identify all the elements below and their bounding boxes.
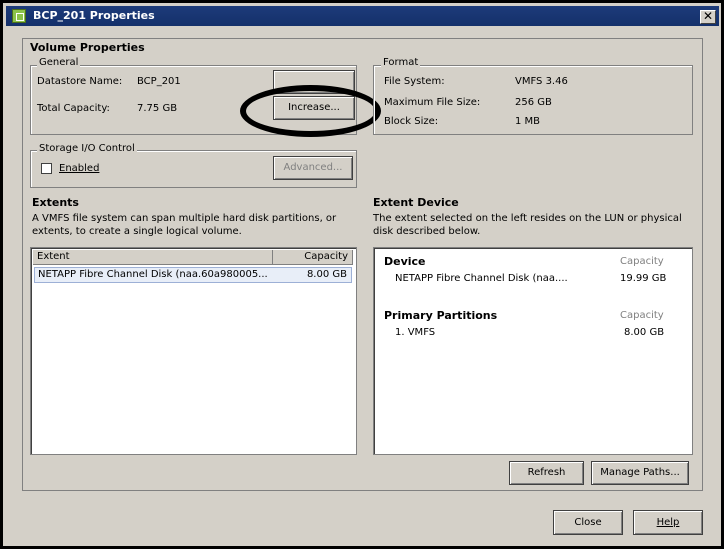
- device-capacity-heading: Capacity: [620, 256, 664, 267]
- extents-description-2: extents, to create a single logical volu…: [32, 226, 242, 237]
- extent-device-heading: Extent Device: [373, 196, 459, 209]
- extent-column-header[interactable]: Extent: [33, 250, 273, 265]
- device-heading: Device: [384, 255, 426, 268]
- advanced-button[interactable]: Advanced...: [273, 156, 353, 180]
- annotation-ellipse: [240, 85, 381, 137]
- extent-device-description-1: The extent selected on the left resides …: [373, 213, 682, 224]
- extent-capacity-cell: 8.00 GB: [306, 269, 347, 280]
- close-window-button[interactable]: ✕: [700, 10, 716, 24]
- window-title: BCP_201 Properties: [33, 9, 155, 22]
- extents-description-1: A VMFS file system can span multiple har…: [32, 213, 337, 224]
- partition-name: 1. VMFS: [395, 327, 436, 338]
- capacity-column-header[interactable]: Capacity: [273, 250, 353, 265]
- extents-heading: Extents: [32, 196, 79, 209]
- general-legend: General: [37, 57, 81, 68]
- extent-device-box: Device Capacity NETAPP Fibre Channel Dis…: [373, 247, 693, 455]
- format-legend: Format: [381, 57, 421, 68]
- manage-paths-button[interactable]: Manage Paths...: [591, 461, 689, 485]
- table-row[interactable]: NETAPP Fibre Channel Disk (naa.60a980005…: [34, 267, 352, 283]
- block-size-value: 1 MB: [515, 116, 541, 127]
- datastore-name-label: Datastore Name:: [37, 76, 123, 87]
- block-size-label: Block Size:: [384, 116, 439, 127]
- device-capacity: 19.99 GB: [620, 273, 667, 284]
- max-file-size-label: Maximum File Size:: [384, 97, 481, 108]
- partition-capacity: 8.00 GB: [624, 327, 665, 338]
- volume-properties-heading: Volume Properties: [30, 41, 145, 54]
- datastore-name-value: BCP_201: [137, 76, 181, 87]
- file-system-label: File System:: [384, 76, 445, 87]
- total-capacity-label: Total Capacity:: [37, 103, 110, 114]
- refresh-button[interactable]: Refresh: [509, 461, 584, 485]
- extents-list[interactable]: Extent Capacity NETAPP Fibre Channel Dis…: [30, 247, 357, 455]
- partitions-capacity-heading: Capacity: [620, 310, 664, 321]
- title-bar[interactable]: BCP_201 Properties ✕: [6, 6, 719, 26]
- properties-window: BCP_201 Properties ✕ Volume Properties G…: [0, 0, 724, 549]
- enabled-checkbox[interactable]: [41, 163, 52, 174]
- help-button[interactable]: Help: [633, 510, 703, 535]
- enabled-label[interactable]: Enabled: [59, 163, 99, 174]
- datastore-icon: [12, 9, 26, 23]
- extent-device-description-2: disk described below.: [373, 226, 481, 237]
- device-name: NETAPP Fibre Channel Disk (naa....: [395, 273, 568, 284]
- storage-io-control-legend: Storage I/O Control: [37, 143, 137, 154]
- file-system-value: VMFS 3.46: [515, 76, 568, 87]
- primary-partitions-heading: Primary Partitions: [384, 309, 498, 322]
- extent-name-cell: NETAPP Fibre Channel Disk (naa.60a980005…: [38, 269, 268, 280]
- close-button[interactable]: Close: [553, 510, 623, 535]
- total-capacity-value: 7.75 GB: [137, 103, 178, 114]
- max-file-size-value: 256 GB: [515, 97, 552, 108]
